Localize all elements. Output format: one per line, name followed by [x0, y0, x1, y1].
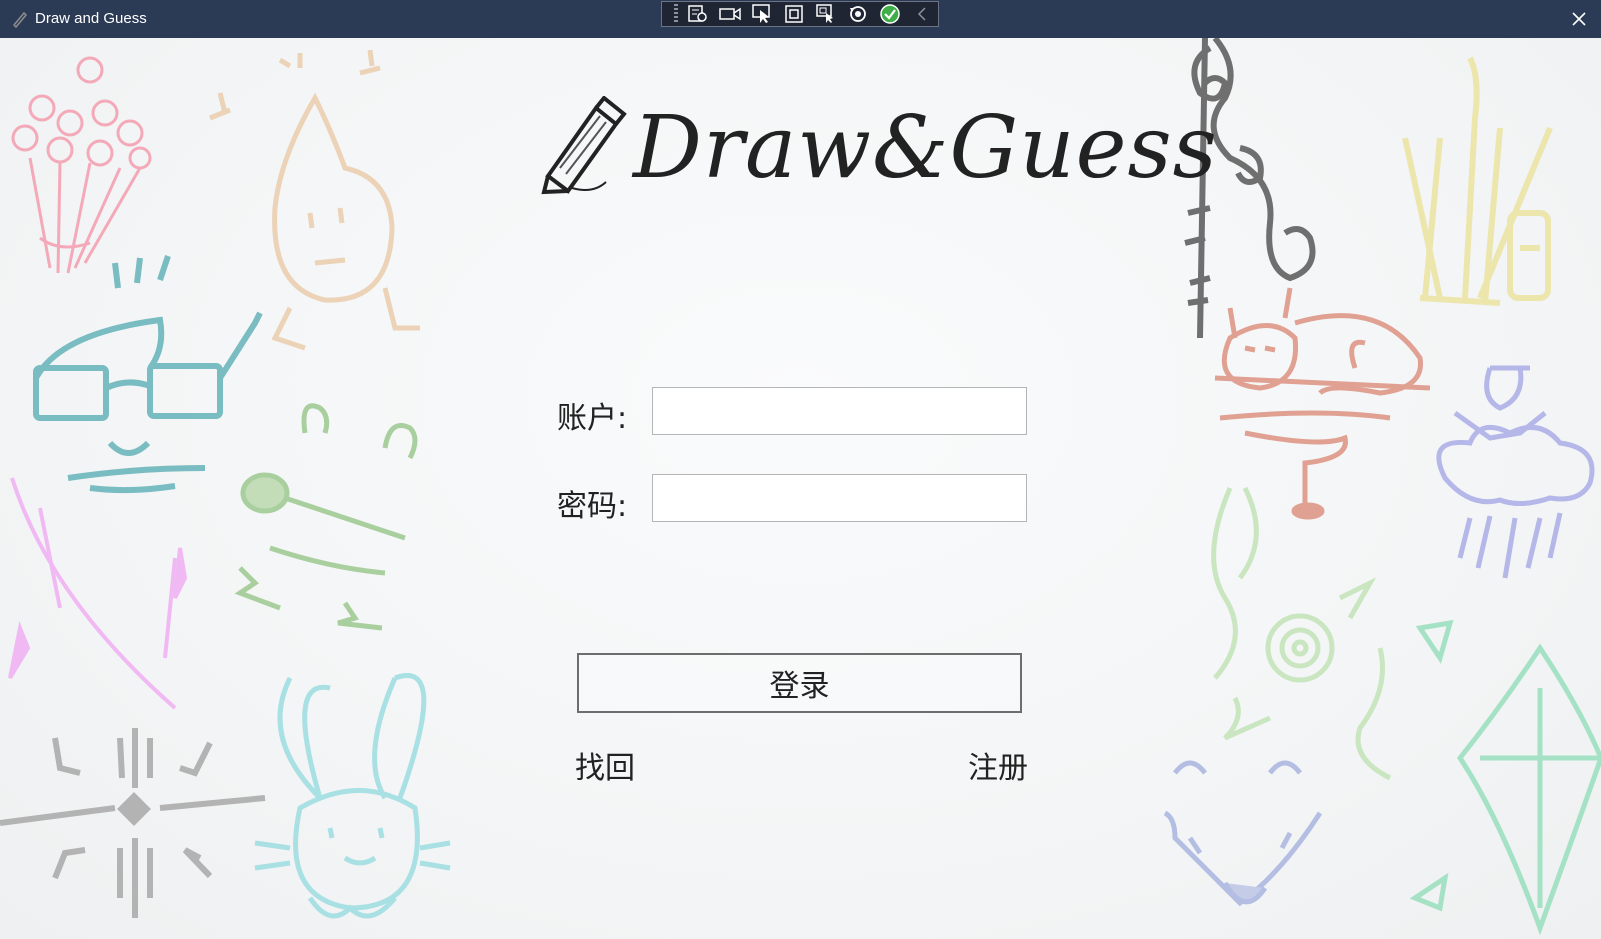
onion-character-doodle [209, 49, 420, 351]
collapse-chevron-icon[interactable] [908, 3, 936, 25]
password-input[interactable] [652, 474, 1027, 522]
rose-vine-doodle [1211, 486, 1392, 781]
rain-cloud-doodle [1436, 365, 1595, 579]
hot-reload-icon[interactable] [844, 3, 872, 25]
debug-toolbar [661, 1, 939, 27]
toolbar-grip[interactable] [674, 4, 678, 24]
track-focus-icon[interactable] [812, 3, 840, 25]
laughing-face-doodle [1163, 760, 1323, 907]
close-icon [1572, 12, 1586, 26]
register-link[interactable]: 注册 [968, 743, 1028, 787]
sleeping-cat-doodle [1214, 287, 1431, 520]
login-button-label: 登录 [769, 669, 830, 704]
bow-arrow-doodle [8, 477, 188, 710]
frog-doodle [234, 403, 418, 631]
recover-link[interactable]: 找回 [575, 743, 635, 787]
account-input[interactable] [652, 387, 1027, 435]
close-button[interactable] [1557, 0, 1601, 38]
display-layout-adorners-icon[interactable] [780, 3, 808, 25]
password-label: 密码: [557, 489, 628, 524]
account-label: 账户: [557, 401, 628, 436]
select-element-icon[interactable] [748, 3, 776, 25]
record-icon[interactable] [716, 3, 744, 25]
pencil-icon [541, 96, 627, 195]
flower-bouquet-doodle [11, 56, 152, 274]
title-bar: Draw and Guess [0, 0, 1601, 38]
status-ok-icon[interactable] [876, 3, 904, 25]
login-canvas: Draw&Guess 账户: 密码: 登录 找回 注册 [0, 38, 1601, 939]
logo-text: Draw&Guess [633, 98, 1218, 198]
burst-doodle [0, 728, 266, 918]
live-visual-tree-icon[interactable] [684, 3, 712, 25]
pen-icon [10, 9, 30, 29]
pencils-doodle [1402, 56, 1553, 306]
bunny-doodle [254, 673, 451, 919]
app-logo: Draw&Guess [538, 96, 1217, 236]
window-title: Draw and Guess [35, 10, 147, 27]
login-button[interactable]: 登录 [577, 653, 1022, 713]
glasses-face-doodle [33, 255, 263, 494]
diamond-kite-doodle [1409, 619, 1601, 936]
